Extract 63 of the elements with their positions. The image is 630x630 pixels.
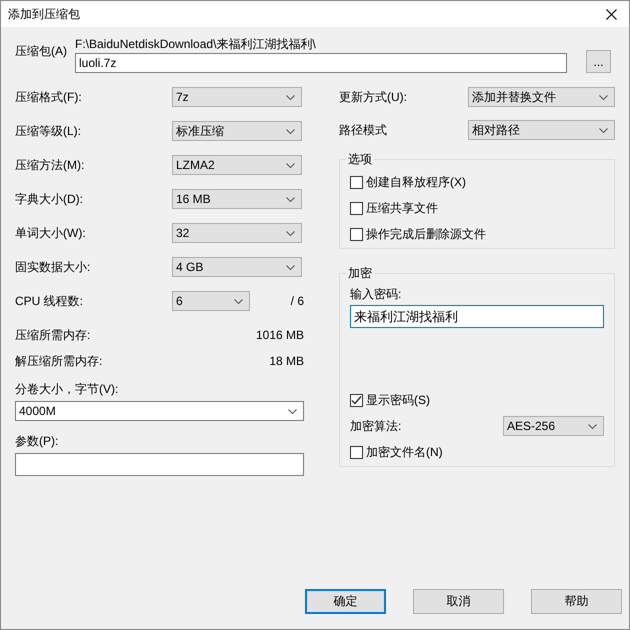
- field-label: 参数(P):: [15, 433, 60, 449]
- checkbox-label: 创建自释放程序(X): [366, 174, 466, 190]
- dropdown[interactable]: 32: [172, 223, 302, 243]
- chevron-icon: [599, 94, 608, 100]
- chevron-icon: [286, 128, 295, 134]
- chevron-icon: [286, 196, 295, 202]
- field-label: 字典大小(D):: [15, 190, 84, 208]
- group-title: 选项: [347, 151, 373, 168]
- group-title: 加密: [347, 265, 373, 282]
- field-label: 压缩方法(M):: [15, 156, 86, 174]
- archive-label: 压缩包(A): [15, 43, 68, 60]
- chevron-icon: [286, 94, 295, 100]
- dialog-button[interactable]: 确定: [305, 589, 386, 614]
- field-label: 更新方式(U):: [339, 88, 408, 106]
- chevron-icon: [588, 424, 597, 428]
- chevron-icon: [286, 264, 295, 270]
- checkbox[interactable]: [350, 202, 363, 214]
- archive-path: F:\BaiduNetdiskDownload\来福利江湖找福利\: [75, 37, 317, 51]
- field-label: 压缩格式(F):: [15, 88, 83, 106]
- field-label: 固实数据大小:: [15, 258, 92, 276]
- memory-value: 18 MB: [269, 354, 304, 368]
- dropdown[interactable]: 4000M: [15, 401, 304, 421]
- dropdown[interactable]: 添加并替换文件: [468, 87, 615, 107]
- dropdown[interactable]: LZMA2: [172, 155, 302, 175]
- checkbox-label: 加密文件名(N): [366, 444, 443, 460]
- checkbox[interactable]: [350, 446, 363, 458]
- field-label: CPU 线程数:: [15, 292, 84, 310]
- field-label: 分卷大小，字节(V):: [15, 381, 120, 397]
- checkbox[interactable]: [350, 394, 363, 406]
- close-icon[interactable]: [606, 8, 617, 20]
- dropdown[interactable]: 标准压缩: [172, 121, 302, 141]
- checkbox-label: 操作完成后删除源文件: [366, 226, 486, 242]
- chevron-icon: [286, 230, 295, 236]
- chevron-icon: [288, 408, 297, 414]
- field-label: 输入密码:: [350, 286, 402, 302]
- chevron-icon: [286, 162, 295, 168]
- checkbox-label: 显示密码(S): [366, 392, 430, 408]
- field-label: 路径模式: [339, 122, 388, 138]
- field-label: 加密算法:: [350, 418, 402, 434]
- dialog-button[interactable]: 取消: [413, 589, 504, 614]
- memory-value: 1016 MB: [256, 328, 304, 342]
- dropdown[interactable]: 7z: [172, 87, 302, 107]
- chevron-icon: [599, 128, 608, 132]
- dropdown[interactable]: 16 MB: [172, 189, 302, 209]
- parameters-field[interactable]: [15, 453, 304, 476]
- dialog-button[interactable]: 帮助: [531, 589, 622, 614]
- field-label: 解压缩所需内存:: [15, 352, 104, 370]
- field-label: 压缩所需内存:: [15, 326, 92, 344]
- checkbox[interactable]: [350, 176, 363, 188]
- field-label: 单词大小(W):: [15, 224, 87, 242]
- chevron-icon: [234, 298, 243, 304]
- checkbox-label: 压缩共享文件: [366, 200, 438, 216]
- dropdown[interactable]: 相对路径: [468, 120, 615, 140]
- window-title: 添加到压缩包: [8, 6, 80, 22]
- dropdown[interactable]: AES-256: [503, 416, 604, 436]
- dropdown[interactable]: 4 GB: [172, 257, 302, 277]
- archive-name-field[interactable]: luoli.7z: [75, 53, 567, 73]
- checkbox[interactable]: [350, 228, 363, 240]
- browse-button[interactable]: ...: [586, 50, 611, 73]
- password-field[interactable]: 来福利江湖找福利: [350, 305, 604, 328]
- field-label: 压缩等级(L):: [15, 122, 82, 140]
- thread-count: / 6: [290, 294, 304, 308]
- dropdown[interactable]: 6: [172, 291, 250, 311]
